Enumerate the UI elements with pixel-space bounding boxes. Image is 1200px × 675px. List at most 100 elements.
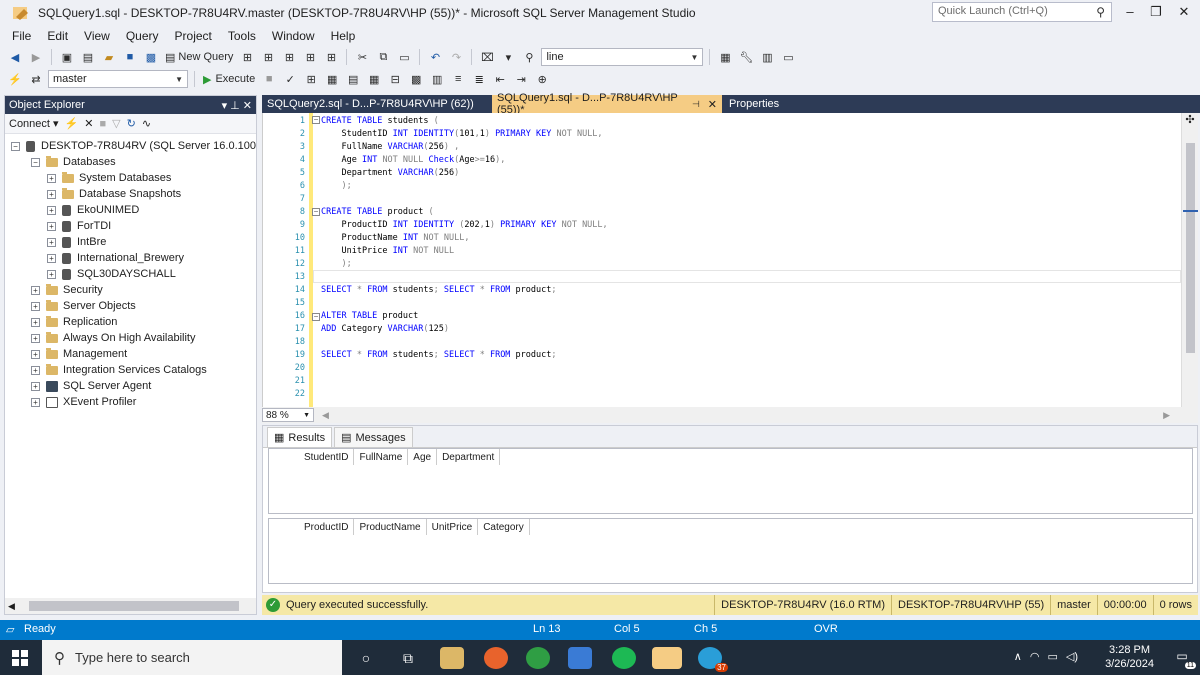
- column-header[interactable]: Age: [408, 449, 438, 465]
- menu-help[interactable]: Help: [323, 29, 364, 43]
- databases-node[interactable]: − Databases: [31, 154, 116, 170]
- chrome-icon[interactable]: [526, 647, 550, 669]
- panel-controls[interactable]: ▾ ⊥ ✕: [222, 99, 252, 112]
- tree-item-sql30dayschall[interactable]: + SQL30DAYSCHALL: [47, 266, 176, 282]
- parse-icon[interactable]: ✓: [281, 70, 299, 88]
- network-icon[interactable]: ◠: [1030, 650, 1040, 663]
- include-plan-icon[interactable]: ⊟: [386, 70, 404, 88]
- results-to-text-icon[interactable]: ▤: [344, 70, 362, 88]
- battery-icon[interactable]: ▭: [1047, 650, 1057, 663]
- taskbar-clock[interactable]: 3:28 PM 3/26/2024: [1105, 643, 1154, 671]
- ssms-taskbar-icon[interactable]: [652, 647, 682, 669]
- menu-window[interactable]: Window: [264, 29, 323, 43]
- tree-item-integration-services[interactable]: + Integration Services Catalogs: [31, 362, 207, 378]
- minimize-button[interactable]: –: [1118, 4, 1142, 22]
- menu-file[interactable]: File: [4, 29, 39, 43]
- tree-item-system-databases[interactable]: + System Databases: [47, 170, 171, 186]
- database-combo[interactable]: master ▼: [48, 70, 188, 88]
- connect-server-icon[interactable]: ⚡: [65, 117, 79, 130]
- code-line[interactable]: ADD Category VARCHAR(125): [321, 324, 449, 334]
- code-line[interactable]: CREATE TABLE product (: [321, 207, 434, 217]
- tree-item-sql-server-agent[interactable]: + SQL Server Agent: [31, 378, 151, 394]
- taskbar-search-input[interactable]: ⚲ Type here to search: [42, 640, 342, 675]
- menu-edit[interactable]: Edit: [39, 29, 76, 43]
- query-designer-icon[interactable]: ▦: [323, 70, 341, 88]
- spotify-icon[interactable]: [612, 647, 636, 669]
- execute-button[interactable]: ▶ Execute: [201, 70, 257, 88]
- back-icon[interactable]: ◀: [6, 48, 24, 66]
- tree-item-database-snapshots[interactable]: + Database Snapshots: [47, 186, 181, 202]
- activity-icon[interactable]: ∿: [142, 117, 151, 130]
- disconnect-icon[interactable]: ✕: [84, 117, 93, 130]
- show-hidden-icon[interactable]: ∧: [1014, 650, 1022, 663]
- pin-icon[interactable]: ⊣: [692, 99, 700, 110]
- tab-results[interactable]: ▦ Results: [267, 427, 333, 447]
- tree-item-replication[interactable]: + Replication: [31, 314, 117, 330]
- store-icon[interactable]: [568, 647, 592, 669]
- tree-item-always-on[interactable]: + Always On High Availability: [31, 330, 195, 346]
- save-all-icon[interactable]: ▩: [142, 48, 160, 66]
- column-header[interactable]: FullName: [354, 449, 409, 465]
- stop-icon[interactable]: ■: [99, 118, 106, 130]
- tree-item-intbre[interactable]: + IntBre: [47, 234, 106, 250]
- vertical-scrollbar[interactable]: ✣: [1181, 113, 1198, 407]
- tab-properties[interactable]: Properties: [724, 95, 814, 113]
- sql-editor[interactable]: − − − 1 2 3 4 5 6 7 8 9 10 11 12 13 14 1…: [262, 113, 1198, 407]
- tab-sqlquery1[interactable]: SQLQuery1.sql - D...P-7R8U4RV\HP (55))* …: [492, 92, 722, 116]
- tree-item-ekounimed[interactable]: + EkoUNIMED: [47, 202, 139, 218]
- close-tab-icon[interactable]: ✕: [708, 98, 717, 111]
- menu-view[interactable]: View: [76, 29, 118, 43]
- code-line[interactable]: );: [321, 181, 351, 191]
- menu-query[interactable]: Query: [118, 29, 167, 43]
- dmx-query-icon[interactable]: ⊞: [280, 48, 298, 66]
- tree-item-fortdi[interactable]: + ForTDI: [47, 218, 111, 234]
- results-grid-product[interactable]: ProductID ProductName UnitPrice Category: [268, 518, 1193, 584]
- cut-icon[interactable]: ✂: [353, 48, 371, 66]
- copy-icon[interactable]: ⧉: [374, 48, 392, 66]
- volume-icon[interactable]: ◁): [1066, 650, 1078, 663]
- code-line[interactable]: );: [321, 259, 351, 269]
- column-header[interactable]: ProductID: [299, 519, 355, 535]
- tree-item-security[interactable]: + Security: [31, 282, 103, 298]
- stop-icon[interactable]: ■: [260, 70, 278, 88]
- undo-icon[interactable]: ↶: [426, 48, 444, 66]
- notifications-icon[interactable]: ▭ 11: [1172, 649, 1196, 669]
- solution-explorer-icon[interactable]: ▦: [716, 48, 734, 66]
- open-file-icon[interactable]: ▰: [100, 48, 118, 66]
- change-connection-icon[interactable]: ⇄: [27, 70, 45, 88]
- menu-tools[interactable]: Tools: [220, 29, 264, 43]
- code-line[interactable]: SELECT * FROM students; SELECT * FROM pr…: [321, 285, 557, 295]
- dropdown-arrow-icon[interactable]: ▾: [499, 48, 517, 66]
- column-header[interactable]: Department: [437, 449, 501, 465]
- code-line[interactable]: ALTER TABLE product: [321, 311, 418, 321]
- tab-sqlquery2[interactable]: SQLQuery2.sql - D...P-7R8U4RV\HP (62)): [262, 95, 492, 113]
- code-line[interactable]: FullName VARCHAR(256) ,: [321, 142, 459, 152]
- dax-query-icon[interactable]: ⊞: [322, 48, 340, 66]
- code-line[interactable]: Age INT NOT NULL Check(Age>=16),: [321, 155, 505, 165]
- forward-icon[interactable]: ▶: [27, 48, 45, 66]
- zoom-combo[interactable]: 88 % ▼: [262, 408, 314, 422]
- refresh-icon[interactable]: ↻: [127, 117, 136, 130]
- collapse-icon[interactable]: −: [31, 157, 40, 167]
- mdx-query-icon[interactable]: ⊞: [259, 48, 277, 66]
- results-file-icon[interactable]: ▥: [428, 70, 446, 88]
- column-header[interactable]: StudentID: [299, 449, 355, 465]
- code-line[interactable]: ProductID INT IDENTITY (202,1) PRIMARY K…: [321, 220, 607, 230]
- client-stats-icon[interactable]: ▩: [407, 70, 425, 88]
- new-query-button[interactable]: ▤ New Query: [163, 48, 235, 66]
- collapse-icon[interactable]: −: [312, 116, 320, 124]
- redo-icon[interactable]: ↷: [447, 48, 465, 66]
- horizontal-scrollbar[interactable]: ◀: [5, 598, 256, 614]
- results-grid-students[interactable]: StudentID FullName Age Department: [268, 448, 1193, 514]
- results-to-grid-icon[interactable]: ▦: [365, 70, 383, 88]
- firefox-icon[interactable]: [484, 647, 508, 669]
- column-header[interactable]: ProductName: [354, 519, 427, 535]
- display-plan-icon[interactable]: ⊞: [302, 70, 320, 88]
- comment-icon[interactable]: ≡: [449, 70, 467, 88]
- xmla-query-icon[interactable]: ⊞: [301, 48, 319, 66]
- connect-icon[interactable]: ⚡: [6, 70, 24, 88]
- add-item-icon[interactable]: ▤: [79, 48, 97, 66]
- new-project-icon[interactable]: ▣: [58, 48, 76, 66]
- telegram-icon[interactable]: 37: [698, 647, 728, 672]
- tree-item-international-brewery[interactable]: + International_Brewery: [47, 250, 184, 266]
